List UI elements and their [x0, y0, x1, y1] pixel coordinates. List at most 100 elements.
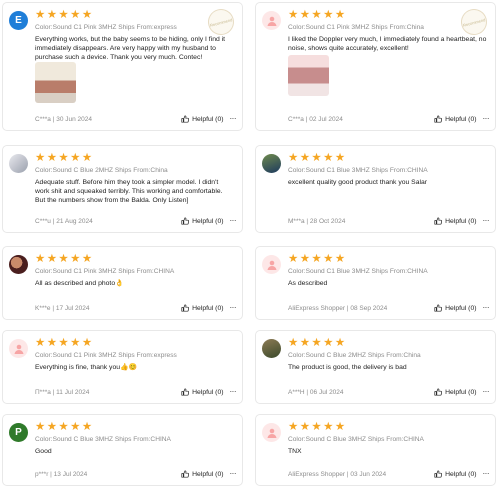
helpful-button[interactable]: Helpful (0) ··· [434, 115, 489, 123]
helpful-label: Helpful (0) [445, 470, 477, 478]
review-text: As described [288, 280, 328, 287]
helpful-button[interactable]: Helpful (0) ··· [434, 470, 489, 478]
helpful-button[interactable]: Helpful (0) ··· [181, 388, 236, 396]
rating-stars: ★★★★★ [288, 253, 347, 265]
review-card: ★★★★★ Color:Sound C1 Pink 3MHZ Ships Fro… [2, 246, 243, 320]
helpful-button[interactable]: Helpful (0) ··· [181, 217, 236, 225]
review-photo[interactable] [288, 55, 329, 96]
more-dots-icon[interactable]: ··· [230, 388, 237, 396]
thumbs-up-icon [434, 388, 443, 396]
thumbs-up-icon [181, 388, 190, 396]
variant-info: Color:Sound C1 Blue 3MHZ Ships From:CHIN… [288, 167, 428, 174]
recommend-stamp: Recommend [205, 6, 237, 38]
review-footer: C***a | 30 Jun 2024 Helpful (0) ··· [35, 114, 236, 124]
helpful-button[interactable]: Helpful (0) ··· [181, 115, 236, 123]
review-meta: C***u | 21 Aug 2024 [35, 217, 93, 225]
helpful-label: Helpful (0) [192, 388, 224, 396]
review-meta: C***a | 02 Jul 2024 [288, 115, 343, 123]
variant-info: Color:Sound C Blue 2MHZ Ships From:China [288, 352, 421, 359]
more-dots-icon[interactable]: ··· [483, 115, 490, 123]
thumbs-up-icon [181, 115, 190, 123]
review-footer: П***а | 11 Jul 2024 Helpful (0) ··· [35, 387, 236, 397]
review-footer: C***a | 02 Jul 2024 Helpful (0) ··· [288, 114, 489, 124]
person-silhouette-icon [267, 16, 276, 26]
helpful-button[interactable]: Helpful (0) ··· [434, 388, 489, 396]
review-card: ★★★★★ Color:Sound C Blue 2MHZ Ships From… [2, 145, 243, 233]
avatar [9, 255, 28, 274]
review-card: ★★★★★ Color:Sound C1 Pink 3MHZ Ships Fro… [2, 330, 243, 404]
review-footer: A***H | 06 Jul 2024 Helpful (0) ··· [288, 387, 489, 397]
review-footer: p***r | 13 Jul 2024 Helpful (0) ··· [35, 469, 236, 479]
helpful-button[interactable]: Helpful (0) ··· [181, 304, 236, 312]
thumbs-up-icon [434, 304, 443, 312]
review-footer: K***e | 17 Jul 2024 Helpful (0) ··· [35, 303, 236, 313]
rating-stars: ★★★★★ [288, 337, 347, 349]
review-meta: П***а | 11 Jul 2024 [35, 388, 90, 396]
review-card: E ★★★★★ Recommend Color:Sound C1 Pink 3M… [2, 2, 243, 131]
variant-info: Color:Sound C1 Blue 3MHZ Ships From:CHIN… [288, 268, 428, 275]
thumbs-up-icon [181, 217, 190, 225]
review-card: ★★★★★ Color:Sound C Blue 3MHZ Ships From… [255, 414, 496, 486]
helpful-label: Helpful (0) [192, 470, 224, 478]
review-meta: p***r | 13 Jul 2024 [35, 470, 88, 478]
person-silhouette-icon [267, 260, 276, 270]
helpful-button[interactable]: Helpful (0) ··· [181, 470, 236, 478]
more-dots-icon[interactable]: ··· [230, 470, 237, 478]
review-card: ★★★★★ Color:Sound C1 Blue 3MHZ Ships Fro… [255, 145, 496, 233]
thumbs-up-icon [181, 304, 190, 312]
avatar [9, 154, 28, 173]
review-card: ★★★★★ Color:Sound C1 Blue 3MHZ Ships Fro… [255, 246, 496, 320]
helpful-label: Helpful (0) [192, 115, 224, 123]
rating-stars: ★★★★★ [288, 9, 347, 21]
more-dots-icon[interactable]: ··· [483, 217, 490, 225]
thumbs-up-icon [434, 217, 443, 225]
review-card: P ★★★★★ Color:Sound C Blue 3MHZ Ships Fr… [2, 414, 243, 486]
person-silhouette-icon [14, 344, 23, 354]
helpful-label: Helpful (0) [445, 388, 477, 396]
thumbs-up-icon [434, 115, 443, 123]
avatar [262, 154, 281, 173]
variant-info: Color:Sound C1 Pink 3MHZ Ships From:CHIN… [35, 268, 175, 275]
variant-info: Color:Sound C1 Pink 3MHZ Ships From:expr… [35, 24, 177, 31]
more-dots-icon[interactable]: ··· [230, 217, 237, 225]
rating-stars: ★★★★★ [288, 152, 347, 164]
variant-info: Color:Sound C Blue 2MHZ Ships From:China [35, 167, 168, 174]
review-meta: K***e | 17 Jul 2024 [35, 304, 90, 312]
review-text: Adequate stuff. Before him they took a s… [35, 179, 223, 205]
review-text: The product is good, the delivery is bad [288, 364, 407, 371]
review-photo[interactable] [35, 62, 76, 103]
thumbs-up-icon [434, 470, 443, 478]
person-silhouette-icon [267, 428, 276, 438]
rating-stars: ★★★★★ [288, 421, 347, 433]
avatar: P [9, 423, 28, 442]
more-dots-icon[interactable]: ··· [230, 115, 237, 123]
rating-stars: ★★★★★ [35, 253, 94, 265]
helpful-button[interactable]: Helpful (0) ··· [434, 217, 489, 225]
thumbs-up-icon [181, 470, 190, 478]
helpful-label: Helpful (0) [192, 217, 224, 225]
review-text: excellent quality good product thank you… [288, 179, 428, 186]
helpful-button[interactable]: Helpful (0) ··· [434, 304, 489, 312]
review-meta: C***a | 30 Jun 2024 [35, 115, 92, 123]
avatar [262, 339, 281, 358]
variant-info: Color:Sound C Blue 3MHZ Ships From:CHINA [35, 436, 171, 443]
review-text: I liked the Doppler very much, I immedia… [288, 36, 487, 53]
more-dots-icon[interactable]: ··· [483, 470, 490, 478]
avatar [262, 423, 281, 442]
variant-info: Color:Sound C1 Pink 3MHZ Ships From:Chin… [288, 24, 424, 31]
helpful-label: Helpful (0) [445, 217, 477, 225]
recommend-stamp: Recommend [458, 6, 490, 38]
review-meta: AliExpress Shopper | 08 Sep 2024 [288, 304, 388, 312]
more-dots-icon[interactable]: ··· [230, 304, 237, 312]
more-dots-icon[interactable]: ··· [483, 388, 490, 396]
review-meta: AliExpress Shopper | 03 Jun 2024 [288, 470, 387, 478]
review-text: Everything is fine, thank you👍😊 [35, 364, 137, 371]
variant-info: Color:Sound C Blue 3MHZ Ships From:CHINA [288, 436, 424, 443]
more-dots-icon[interactable]: ··· [483, 304, 490, 312]
helpful-label: Helpful (0) [192, 304, 224, 312]
review-meta: M***a | 28 Oct 2024 [288, 217, 346, 225]
review-footer: C***u | 21 Aug 2024 Helpful (0) ··· [35, 216, 236, 226]
helpful-label: Helpful (0) [445, 304, 477, 312]
rating-stars: ★★★★★ [35, 152, 94, 164]
review-card: ★★★★★ Color:Sound C Blue 2MHZ Ships From… [255, 330, 496, 404]
